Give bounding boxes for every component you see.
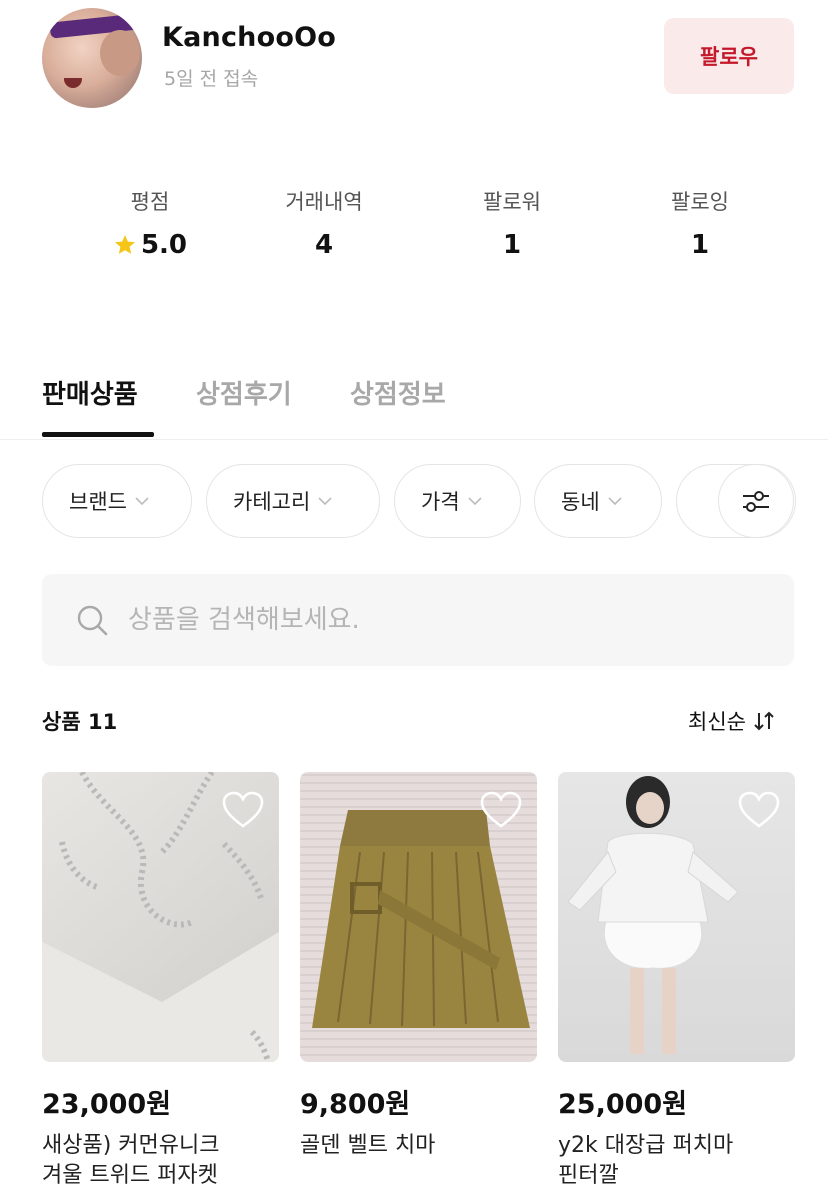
chevron-down-icon	[318, 497, 332, 506]
stat-value: 1	[502, 230, 522, 260]
filter-category[interactable]: 카테고리	[206, 464, 380, 538]
heart-icon[interactable]	[737, 790, 781, 830]
tab-reviews[interactable]: 상점후기	[196, 374, 292, 411]
product-price: 9,800원	[300, 1089, 411, 1120]
stat-rating[interactable]: 평점 5.0	[50, 186, 250, 260]
stat-value: 1	[690, 230, 710, 260]
product-title-line: y2k 대장급 퍼치마	[558, 1133, 734, 1158]
stat-followers[interactable]: 팔로워 1	[412, 186, 612, 260]
avatar[interactable]	[42, 8, 142, 108]
product-title-line: 겨울 트위드 퍼자켓	[42, 1163, 218, 1188]
product-image[interactable]	[42, 772, 279, 1062]
shop-stats: 평점 5.0 거래내역 4 팔로워 1 팔로잉 1	[0, 186, 828, 276]
filter-settings-button[interactable]	[718, 464, 794, 538]
profile-header: KanchooOo 5일 전 접속 팔로우	[0, 0, 828, 140]
search-icon	[77, 605, 108, 636]
search-input[interactable]	[128, 605, 728, 635]
sort-button[interactable]: 최신순	[688, 706, 776, 736]
filter-brand[interactable]: 브랜드	[42, 464, 192, 538]
follow-button[interactable]: 팔로우	[664, 18, 794, 94]
product-title: y2k 대장급 퍼치마 핀터깔	[558, 1131, 795, 1191]
product-price: 25,000원	[558, 1089, 688, 1120]
sliders-icon	[743, 491, 769, 512]
stat-value: 5.0	[140, 230, 188, 260]
stat-label: 팔로워	[483, 190, 541, 214]
filter-price[interactable]: 가격	[394, 464, 521, 538]
tab-shop-info[interactable]: 상점정보	[350, 374, 446, 411]
last-seen-text: 5일 전 접속	[164, 68, 259, 90]
product-card[interactable]: 23,000원 새상품) 커먼유니크 겨울 트위드 퍼자켓	[42, 772, 279, 1191]
sort-label: 최신순	[688, 710, 746, 734]
heart-icon[interactable]	[221, 790, 265, 830]
stat-label: 평점	[130, 190, 170, 214]
filter-label: 브랜드	[69, 490, 127, 514]
product-card[interactable]: 25,000원 y2k 대장급 퍼치마 핀터깔	[558, 772, 795, 1191]
product-title-line: 새상품) 커먼유니크	[42, 1133, 220, 1158]
tab-products[interactable]: 판매상품	[42, 374, 138, 411]
product-card[interactable]: 9,800원 골덴 벨트 치마	[300, 772, 537, 1161]
username: KanchooOo	[162, 22, 336, 53]
product-image[interactable]	[300, 772, 537, 1062]
filter-label: 동네	[561, 490, 600, 514]
product-image[interactable]	[558, 772, 795, 1062]
star-icon	[114, 235, 135, 254]
filter-label: 카테고리	[233, 490, 311, 514]
product-title-line: 골덴 벨트 치마	[300, 1133, 436, 1158]
product-price: 23,000원	[42, 1089, 172, 1120]
filter-neighborhood[interactable]: 동네	[534, 464, 662, 538]
active-tab-indicator	[42, 432, 154, 437]
stat-transactions[interactable]: 거래내역 4	[224, 186, 424, 260]
search-bar[interactable]	[42, 574, 794, 666]
filter-bar: 브랜드 카테고리 가격 동네	[0, 464, 828, 540]
filter-label: 가격	[421, 490, 460, 514]
stat-following[interactable]: 팔로잉 1	[600, 186, 800, 260]
chevron-down-icon	[135, 497, 149, 506]
sort-arrows-icon	[754, 711, 774, 731]
chevron-down-icon	[608, 497, 622, 506]
product-title: 새상품) 커먼유니크 겨울 트위드 퍼자켓	[42, 1131, 279, 1191]
product-title: 골덴 벨트 치마	[300, 1131, 537, 1161]
product-title-line: 핀터깔	[558, 1163, 619, 1188]
product-count: 상품 11	[42, 710, 118, 734]
chevron-down-icon	[468, 497, 482, 506]
stat-label: 거래내역	[285, 190, 363, 214]
stat-label: 팔로잉	[671, 190, 729, 214]
heart-icon[interactable]	[479, 790, 523, 830]
stat-value: 4	[314, 230, 334, 260]
shop-tabs: 판매상품 상점후기 상점정보	[0, 366, 828, 440]
